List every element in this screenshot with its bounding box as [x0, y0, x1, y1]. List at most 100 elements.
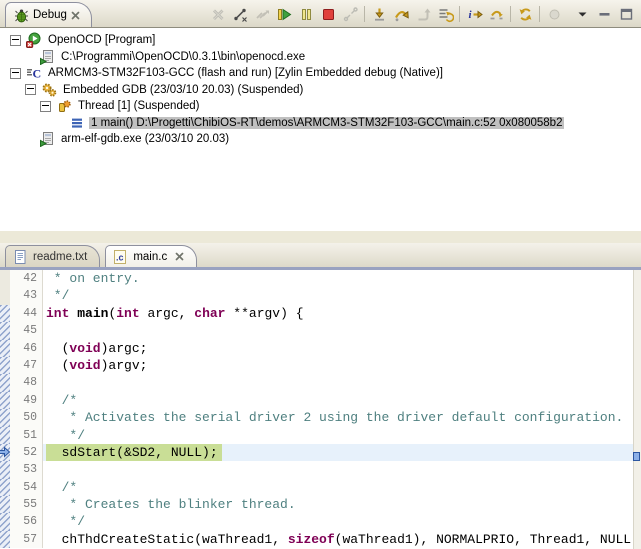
view-menu-button[interactable] — [571, 3, 593, 25]
connect-button[interactable] — [229, 3, 251, 25]
suspend-button[interactable] — [295, 3, 317, 25]
program-icon — [26, 32, 42, 48]
maximize-icon — [618, 6, 635, 23]
code-line[interactable]: 57 chThdCreateStatic(waThread1, sizeof(w… — [0, 531, 641, 548]
view-chrome-buttons — [571, 3, 637, 25]
debug-tree-row[interactable]: C:\Programmi\OpenOCD\0.3.1\bin\openocd.e… — [0, 49, 641, 66]
gears-icon — [41, 82, 57, 98]
step-into-button[interactable] — [368, 3, 390, 25]
editor-tab-readme-txt[interactable]: readme.txt — [5, 245, 100, 267]
maximize-button[interactable] — [615, 3, 637, 25]
code-line[interactable]: 54 /* — [0, 479, 641, 496]
code-text — [43, 374, 641, 391]
collapse-expander[interactable] — [10, 68, 21, 79]
line-number: 44 — [10, 305, 43, 322]
close-icon[interactable] — [174, 252, 184, 262]
line-number: 46 — [10, 340, 43, 357]
step-over-button[interactable] — [390, 3, 412, 25]
code-text: * on entry. — [43, 270, 641, 287]
use-step-filters-button[interactable] — [434, 3, 456, 25]
instruction-stepping-button[interactable]: i — [463, 3, 485, 25]
annotation-gutter[interactable] — [0, 305, 10, 322]
resume-at-line-button[interactable] — [485, 3, 507, 25]
code-line[interactable]: 52 sdStart(&SD2, NULL); — [0, 444, 641, 461]
annotation-gutter[interactable] — [0, 287, 10, 304]
annotation-gutter[interactable] — [0, 374, 10, 391]
annotation-gutter[interactable] — [0, 427, 10, 444]
debug-tree-row[interactable]: arm-elf-gdb.exe (23/03/10 20.03) — [0, 131, 641, 148]
line-number: 45 — [10, 322, 43, 339]
code-text: chThdCreateStatic(waThread1, sizeof(waTh… — [43, 531, 641, 548]
code-line[interactable]: 50 * Activates the serial driver 2 using… — [0, 409, 641, 426]
editor-tab-row: readme.txt .cmain.c — [0, 243, 641, 270]
remove-all-terminated-button — [207, 3, 229, 25]
minimize-button[interactable] — [593, 3, 615, 25]
resume-button[interactable] — [273, 3, 295, 25]
editor-tab-main-c[interactable]: .cmain.c — [105, 245, 197, 267]
code-line[interactable]: 43 */ — [0, 287, 641, 304]
overview-ruler[interactable] — [633, 270, 641, 549]
code-line[interactable]: 45 — [0, 322, 641, 339]
debug-tree-row[interactable]: Thread [1] (Suspended) — [0, 98, 641, 115]
code-line[interactable]: 55 * Creates the blinker thread. — [0, 496, 641, 513]
debug-tree-row[interactable]: 1 main() D:\Progetti\ChibiOS-RT\demos\AR… — [0, 115, 641, 132]
debug-view-tab-row: Debug i — [0, 0, 641, 28]
line-number: 55 — [10, 496, 43, 513]
code-text: /* — [43, 479, 641, 496]
line-number: 50 — [10, 409, 43, 426]
step-return-button — [412, 3, 434, 25]
annotation-gutter[interactable] — [0, 340, 10, 357]
annotation-gutter[interactable] — [0, 496, 10, 513]
collapse-expander[interactable] — [10, 35, 21, 46]
code-text: */ — [43, 427, 641, 444]
collapse-expander[interactable] — [25, 84, 36, 95]
textfile-icon — [12, 249, 28, 265]
refresh-button[interactable] — [514, 3, 536, 25]
code-line[interactable]: 53 — [0, 461, 641, 478]
code-editor[interactable]: 42 * on entry.43 */44int main(int argc, … — [0, 270, 641, 549]
debug-tree-row[interactable]: CARMCM3-STM32F103-GCC (flash and run) [Z… — [0, 65, 641, 82]
disconnect-button — [339, 3, 361, 25]
code-line[interactable]: 49 /* — [0, 392, 641, 409]
annotation-gutter[interactable] — [0, 270, 10, 287]
resume-at-line-icon — [488, 6, 505, 23]
debug-view-tab[interactable]: Debug — [5, 2, 92, 27]
code-line[interactable]: 56 */ — [0, 513, 641, 530]
annotation-gutter[interactable] — [0, 357, 10, 374]
code-line[interactable]: 44int main(int argc, char **argv) { — [0, 305, 641, 322]
code-line[interactable]: 51 */ — [0, 427, 641, 444]
annotation-gutter[interactable] — [0, 444, 10, 461]
annotation-gutter[interactable] — [0, 322, 10, 339]
code-line[interactable]: 48 — [0, 374, 641, 391]
editor-tab-label: readme.txt — [33, 251, 87, 263]
tree-item-label: Thread [1] (Suspended) — [76, 100, 201, 112]
annotation-gutter[interactable] — [0, 461, 10, 478]
line-number: 57 — [10, 531, 43, 548]
debug-tree-row[interactable]: Embedded GDB (23/03/10 20.03) (Suspended… — [0, 82, 641, 99]
pane-resize-sash[interactable] — [0, 231, 641, 243]
tree-item-label: ARMCM3-STM32F103-GCC (flash and run) [Zy… — [46, 67, 445, 79]
code-text: int main(int argc, char **argv) { — [43, 305, 641, 322]
tree-item-label: arm-elf-gdb.exe (23/03/10 20.03) — [59, 133, 231, 145]
collapse-expander[interactable] — [40, 101, 51, 112]
code-text: /* — [43, 392, 641, 409]
annotation-gutter[interactable] — [0, 409, 10, 426]
annotation-gutter[interactable] — [0, 513, 10, 530]
debug-tree-row[interactable]: OpenOCD [Program] — [0, 32, 641, 49]
line-number: 47 — [10, 357, 43, 374]
code-line[interactable]: 42 * on entry. — [0, 270, 641, 287]
code-line[interactable]: 47 (void)argv; — [0, 357, 641, 374]
close-icon[interactable] — [71, 10, 81, 20]
annotation-gutter[interactable] — [0, 531, 10, 548]
code-line[interactable]: 46 (void)argc; — [0, 340, 641, 357]
svg-text:.c: .c — [116, 252, 124, 262]
code-text: (void)argc; — [43, 340, 641, 357]
tree-item-label: C:\Programmi\OpenOCD\0.3.1\bin\openocd.e… — [59, 51, 307, 63]
annotation-gutter[interactable] — [0, 392, 10, 409]
process-icon — [39, 49, 55, 65]
terminate-button[interactable] — [317, 3, 339, 25]
connect-icon — [232, 6, 249, 23]
editor-area: readme.txt .cmain.c 42 * on entry.43 */44… — [0, 243, 641, 549]
annotation-gutter[interactable] — [0, 479, 10, 496]
tree-item-label: Embedded GDB (23/03/10 20.03) (Suspended… — [61, 84, 305, 96]
